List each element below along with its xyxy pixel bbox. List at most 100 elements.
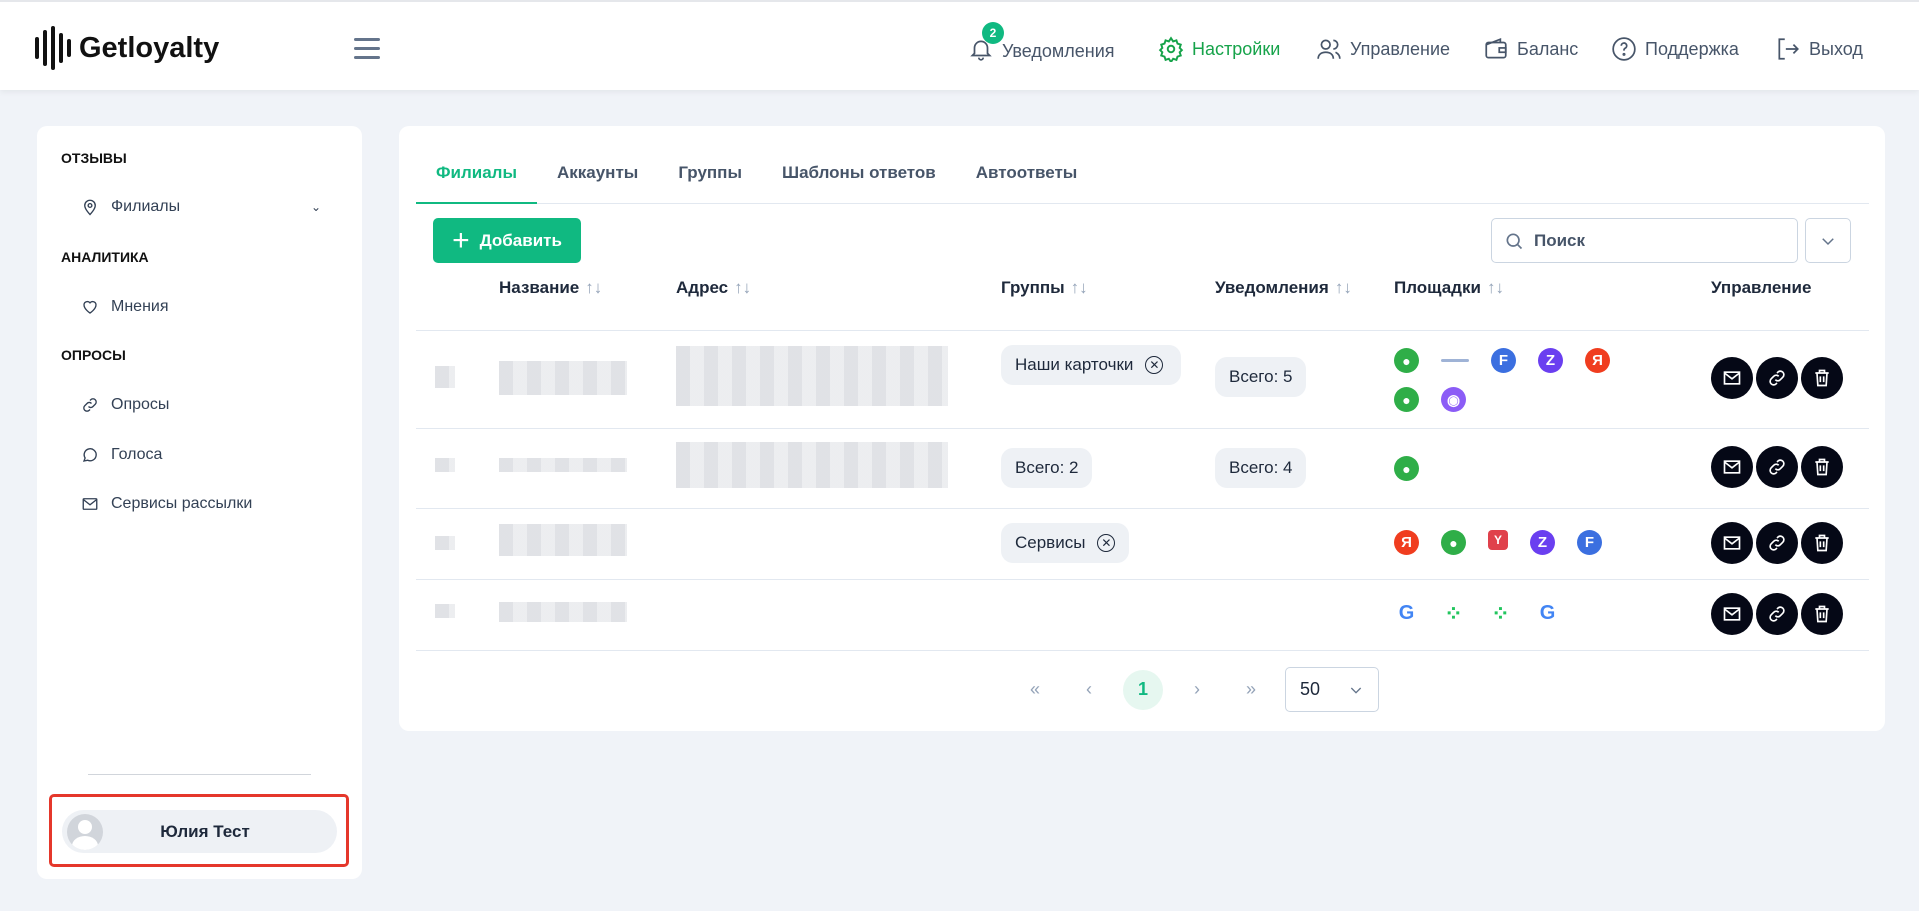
search-box [1491, 218, 1798, 263]
prev-page-button[interactable]: ‹ [1069, 670, 1109, 710]
nav-notifications[interactable]: 2 Уведомления [968, 22, 1115, 67]
col-groups[interactable]: Группы ↑↓ [1001, 278, 1088, 298]
tabs: Филиалы Аккаунты Группы Шаблоны ответов … [416, 158, 1869, 204]
send-mail-button[interactable] [1711, 522, 1753, 564]
send-mail-button[interactable] [1711, 593, 1753, 635]
globe-platform-icon: ◉ [1441, 387, 1466, 412]
nav-management[interactable]: Управление [1316, 36, 1450, 62]
col-label: Уведомления [1215, 278, 1329, 297]
nav-label: Поддержка [1645, 38, 1739, 59]
remove-icon[interactable]: ✕ [1097, 534, 1116, 552]
last-page-button[interactable]: » [1231, 670, 1271, 710]
first-page-button[interactable]: « [1015, 670, 1055, 710]
sidebar-item-branches[interactable]: Филиалы ⌄ [81, 198, 321, 216]
sidebar-item-label: Филиалы [111, 198, 181, 215]
page-1-button[interactable]: 1 [1123, 669, 1163, 710]
redacted-name [499, 458, 627, 472]
row-actions [1711, 593, 1843, 635]
main-card: Филиалы Аккаунты Группы Шаблоны ответов … [399, 126, 1885, 731]
logo[interactable]: Getloyalty [35, 26, 219, 70]
gear-icon [1158, 36, 1184, 62]
col-label: Адрес [676, 278, 729, 297]
sort-icon: ↑↓ [1334, 278, 1352, 297]
link-icon [1769, 606, 1785, 622]
tab-autoreplies[interactable]: Автоответы [956, 158, 1098, 204]
add-button[interactable]: + Добавить [433, 218, 581, 263]
mail-icon [1723, 371, 1741, 385]
tab-templates[interactable]: Шаблоны ответов [762, 158, 956, 204]
yell-platform-icon: Y [1488, 530, 1508, 550]
nav-label: Баланс [1517, 38, 1579, 59]
nav-settings[interactable]: Настройки [1158, 36, 1280, 62]
add-label: Добавить [479, 230, 562, 250]
user-highlight: Юлия Тест [49, 794, 349, 867]
wallet-icon [1485, 37, 1507, 59]
dots-platform-icon: ⁘ [1491, 600, 1510, 626]
menu-toggle-icon[interactable] [354, 38, 380, 65]
mail-icon [82, 498, 98, 510]
map-pin-icon [84, 199, 96, 216]
chip-label: Сервисы [1015, 533, 1086, 552]
sidebar-item-votes[interactable]: Голоса [81, 446, 162, 464]
user-profile-button[interactable]: Юлия Тест [62, 810, 337, 853]
sidebar-item-label: Голоса [111, 446, 163, 463]
search-input[interactable] [1534, 230, 1774, 251]
notification-badge: 2 [982, 22, 1004, 44]
filter-dropdown-button[interactable] [1805, 218, 1851, 263]
delete-button[interactable] [1801, 446, 1843, 488]
chat-bubble-icon [82, 448, 97, 462]
redacted-cell [435, 458, 455, 472]
nav-support[interactable]: Поддержка [1611, 36, 1739, 62]
nav-logout[interactable]: Выход [1775, 36, 1863, 62]
divider [88, 774, 311, 775]
redacted-name [499, 524, 627, 556]
page-size-select[interactable]: 50 [1285, 667, 1379, 712]
col-actions: Управление [1711, 278, 1812, 297]
sidebar: ОТЗЫВЫ Филиалы ⌄ АНАЛИТИКА Мнения ОПРОСЫ… [37, 126, 362, 879]
trash-icon [1815, 605, 1829, 623]
group-chip[interactable]: Наши карточки ✕ [1001, 345, 1181, 385]
delete-button[interactable] [1801, 522, 1843, 564]
copy-link-button[interactable] [1756, 357, 1798, 399]
sidebar-item-surveys[interactable]: Опросы [81, 396, 169, 414]
google-platform-icon: G [1398, 602, 1415, 624]
col-name[interactable]: Название ↑↓ [499, 278, 602, 298]
copy-link-button[interactable] [1756, 522, 1798, 564]
sort-icon: ↑↓ [585, 278, 603, 297]
redacted-address [676, 442, 948, 488]
copy-link-button[interactable] [1756, 446, 1798, 488]
col-platforms[interactable]: Площадки ↑↓ [1394, 278, 1504, 298]
col-label: Площадки [1394, 278, 1481, 297]
tf-platform-icon: F [1577, 530, 1602, 555]
nav-balance[interactable]: Баланс [1483, 36, 1578, 62]
col-address[interactable]: Адрес ↑↓ [676, 278, 751, 298]
link-icon [1769, 370, 1785, 386]
redacted-cell [435, 366, 455, 388]
row-actions [1711, 357, 1843, 399]
tab-accounts[interactable]: Аккаунты [537, 158, 658, 204]
remove-icon[interactable]: ✕ [1145, 356, 1164, 374]
link-icon [1769, 459, 1785, 475]
send-mail-button[interactable] [1711, 446, 1753, 488]
organizer-platform-icon [1441, 359, 1469, 362]
delete-button[interactable] [1801, 357, 1843, 399]
divider [416, 508, 1869, 509]
yandex-platform-icon: Я [1585, 348, 1610, 373]
2gis-platform-icon: ● [1394, 348, 1419, 373]
chevron-down-icon [1822, 237, 1834, 245]
help-icon [1612, 37, 1636, 61]
tab-groups[interactable]: Группы [658, 158, 762, 204]
group-chip[interactable]: Сервисы ✕ [1001, 523, 1130, 563]
bell-icon: 2 [968, 22, 1004, 67]
tf-platform-icon: F [1491, 348, 1516, 373]
sidebar-item-opinions[interactable]: Мнения [81, 298, 169, 316]
tab-branches[interactable]: Филиалы [416, 158, 537, 204]
next-page-button[interactable]: › [1177, 670, 1217, 710]
section-surveys: ОПРОСЫ [61, 347, 126, 363]
sidebar-item-mailing[interactable]: Сервисы рассылки [81, 495, 252, 513]
chevron-down-icon [1350, 687, 1362, 694]
col-notifications[interactable]: Уведомления ↑↓ [1215, 278, 1352, 298]
send-mail-button[interactable] [1711, 357, 1753, 399]
delete-button[interactable] [1801, 593, 1843, 635]
copy-link-button[interactable] [1756, 593, 1798, 635]
